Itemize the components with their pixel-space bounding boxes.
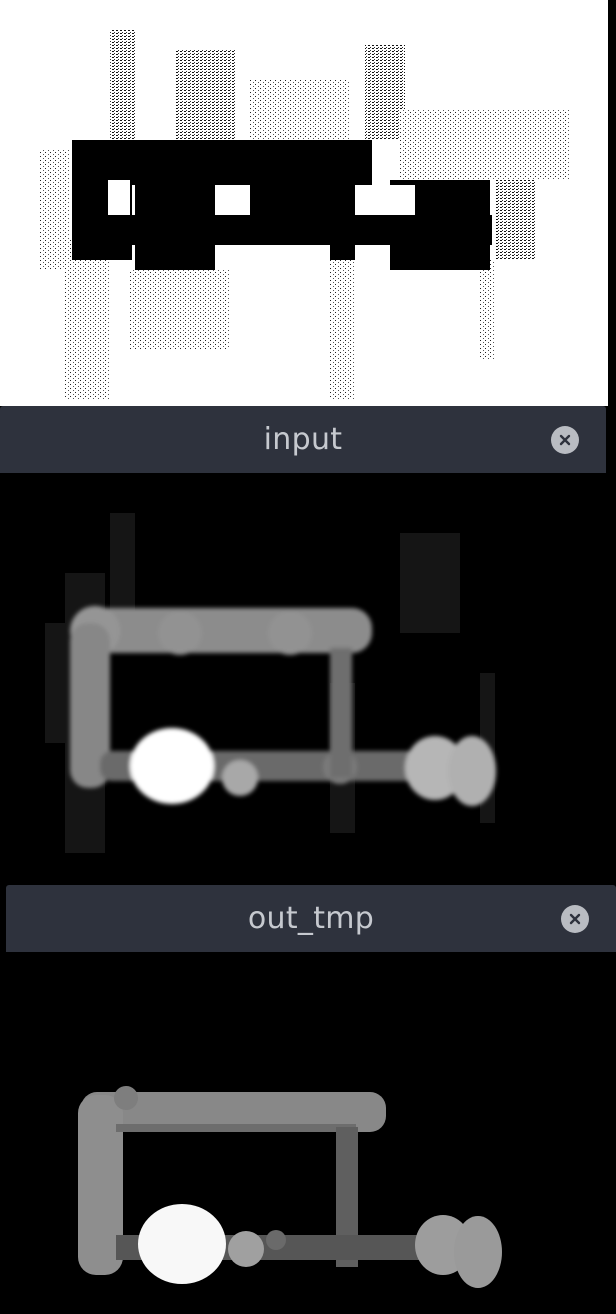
image-canvas [6, 952, 616, 1314]
window-out-tmp: out_tmp [6, 885, 616, 1314]
window-titlebar[interactable]: out_tmp [6, 885, 616, 952]
close-button[interactable] [561, 904, 589, 933]
window-titlebar[interactable]: input [0, 406, 606, 473]
image-canvas [0, 473, 606, 880]
window-title: out_tmp [247, 901, 375, 936]
close-button[interactable] [551, 425, 579, 454]
window-title: input [263, 422, 343, 457]
close-icon [559, 434, 571, 445]
desktop: input out_tmp [0, 0, 616, 1314]
window-input: input [0, 406, 606, 880]
map-image [0, 0, 608, 406]
close-icon [569, 913, 581, 924]
